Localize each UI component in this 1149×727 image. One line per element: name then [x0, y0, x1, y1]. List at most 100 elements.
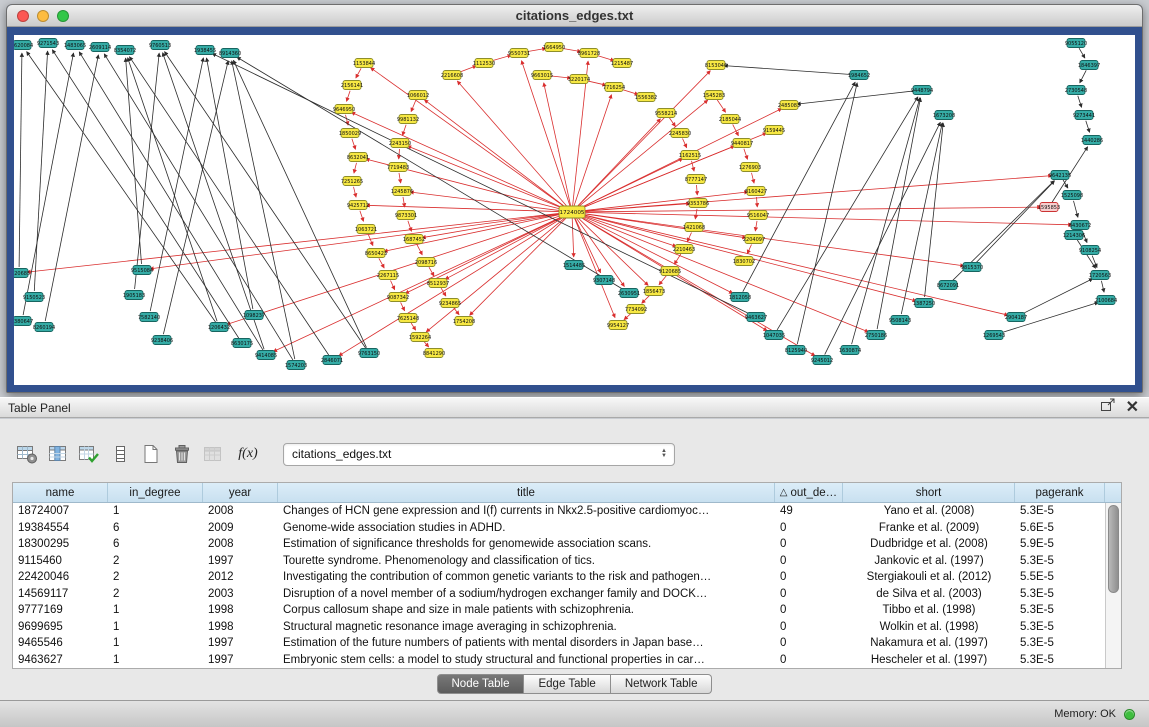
graph-edge[interactable]: [339, 215, 567, 356]
graph-node[interactable]: 1592264: [409, 333, 431, 342]
graph-edge[interactable]: [642, 295, 650, 303]
graph-edge[interactable]: [411, 323, 416, 330]
column-header-short[interactable]: short: [843, 483, 1015, 502]
table-mode-icon[interactable]: [14, 441, 40, 467]
column-header-year[interactable]: year: [203, 483, 278, 502]
graph-node[interactable]: 2098716: [415, 258, 437, 267]
graph-node[interactable]: 1380647: [14, 317, 33, 326]
close-panel-icon[interactable]: ✕: [1126, 401, 1139, 415]
graph-edge[interactable]: [417, 244, 423, 255]
graph-edge[interactable]: [354, 187, 357, 197]
graph-edge[interactable]: [1021, 279, 1092, 315]
delete-table-icon[interactable]: [169, 441, 195, 467]
graph-node[interactable]: 1724005: [559, 206, 585, 218]
graph-edge[interactable]: [578, 213, 1008, 315]
graph-node[interactable]: 8632041: [347, 153, 369, 162]
graph-edge[interactable]: [45, 55, 98, 321]
graph-node[interactable]: 2204097: [743, 235, 765, 244]
graph-node[interactable]: 9159445: [763, 126, 785, 135]
graph-edge[interactable]: [757, 197, 758, 207]
table-row[interactable]: 1938455462009Genome-wide association stu…: [13, 520, 1105, 537]
graph-node[interactable]: 1214306: [1063, 231, 1085, 240]
graph-node[interactable]: 2267115: [377, 271, 399, 280]
graph-node[interactable]: 1276903: [739, 163, 761, 172]
graph-node[interactable]: 1574203: [285, 361, 307, 370]
graph-edge[interactable]: [1074, 201, 1078, 218]
graph-node[interactable]: 8160427: [745, 187, 767, 196]
graph-edge[interactable]: [578, 207, 1041, 212]
graph-edge[interactable]: [1092, 256, 1097, 268]
zoom-button[interactable]: [57, 10, 69, 22]
graph-node[interactable]: 1905183: [123, 291, 145, 300]
graph-node[interactable]: 1687452: [403, 235, 425, 244]
graph-node[interactable]: 1812058: [729, 293, 751, 302]
graph-edge[interactable]: [129, 57, 328, 355]
graph-node[interactable]: 1206432: [208, 323, 230, 332]
graph-node[interactable]: 8914360: [219, 49, 241, 58]
graph-node[interactable]: 2730548: [1065, 86, 1087, 95]
graph-node[interactable]: 1720563: [1089, 271, 1111, 280]
graph-node[interactable]: 9150523: [23, 293, 45, 302]
graph-edge[interactable]: [126, 58, 142, 264]
graph-node[interactable]: 9873301: [395, 211, 417, 220]
graph-edge[interactable]: [424, 342, 429, 348]
network-view[interactable]: 1724005115384421561419646950185002986320…: [14, 35, 1135, 385]
graph-edge[interactable]: [877, 98, 920, 329]
graph-edge[interactable]: [659, 276, 666, 285]
graph-edge[interactable]: [34, 51, 47, 291]
graph-edge[interactable]: [976, 181, 1054, 263]
graph-node[interactable]: 1215487: [611, 59, 633, 68]
graph-node[interactable]: 8153046: [705, 61, 727, 70]
table-row[interactable]: 2242004622012Investigating the contribut…: [13, 569, 1105, 586]
graph-edge[interactable]: [797, 83, 857, 344]
graph-node[interactable]: 9271543: [37, 39, 59, 48]
graph-edge[interactable]: [23, 53, 73, 315]
graph-edge[interactable]: [624, 313, 632, 320]
graph-node[interactable]: 3220174: [568, 75, 590, 84]
graph-edge[interactable]: [368, 235, 373, 246]
graph-node[interactable]: 1387250: [913, 299, 935, 308]
graph-node[interactable]: 2210463: [673, 245, 695, 254]
graph-node[interactable]: 1673208: [933, 111, 955, 120]
graph-edge[interactable]: [544, 83, 571, 206]
graph-node[interactable]: 1620084: [14, 41, 33, 50]
graph-edge[interactable]: [578, 214, 869, 332]
graph-node[interactable]: 2243150: [389, 139, 411, 148]
graph-node[interactable]: 8430672: [1069, 221, 1091, 230]
graph-edge[interactable]: [1078, 96, 1082, 108]
graph-node[interactable]: 9108254: [1079, 246, 1101, 255]
graph-node[interactable]: 8260194: [33, 323, 55, 332]
graph-node[interactable]: 2846071: [321, 356, 343, 365]
show-columns-icon[interactable]: [45, 441, 71, 467]
graph-node[interactable]: 9516047: [747, 211, 769, 220]
graph-node[interactable]: 9414085: [255, 351, 277, 360]
graph-node[interactable]: 8961728: [578, 49, 600, 58]
graph-edge[interactable]: [150, 213, 566, 269]
network-graph[interactable]: 1724005115384421561419646950185002986320…: [14, 35, 1135, 385]
float-panel-icon[interactable]: [1100, 398, 1116, 417]
graph-edge[interactable]: [354, 163, 357, 173]
graph-node[interactable]: 1850029: [339, 129, 361, 138]
graph-edge[interactable]: [572, 218, 574, 257]
graph-edge[interactable]: [1080, 70, 1087, 83]
new-file-icon[interactable]: [138, 441, 164, 467]
graph-node[interactable]: 9238406: [151, 336, 173, 345]
graph-edge[interactable]: [669, 118, 675, 127]
graph-edge[interactable]: [27, 52, 216, 323]
graph-node[interactable]: 1514485: [563, 261, 585, 270]
graph-node[interactable]: 1754208: [453, 317, 475, 326]
graph-node[interactable]: 1483065: [64, 41, 86, 50]
graph-node[interactable]: 9646950: [333, 105, 355, 114]
column-header-in_degree[interactable]: in_degree: [108, 483, 203, 502]
graph-node[interactable]: 9273441: [1073, 111, 1095, 120]
graph-node[interactable]: 1440286: [1081, 136, 1103, 145]
graph-edge[interactable]: [744, 149, 748, 160]
graph-node[interactable]: 8777147: [685, 175, 707, 184]
table-row[interactable]: 969969511998Structural magnetic resonanc…: [13, 619, 1105, 636]
graph-edge[interactable]: [1079, 48, 1085, 58]
graph-node[interactable]: 2245830: [669, 129, 691, 138]
graph-node[interactable]: 1630874: [839, 346, 861, 355]
graph-edge[interactable]: [574, 95, 612, 207]
graph-node[interactable]: 1098237: [243, 311, 265, 320]
graph-node[interactable]: 8841290: [423, 349, 445, 358]
